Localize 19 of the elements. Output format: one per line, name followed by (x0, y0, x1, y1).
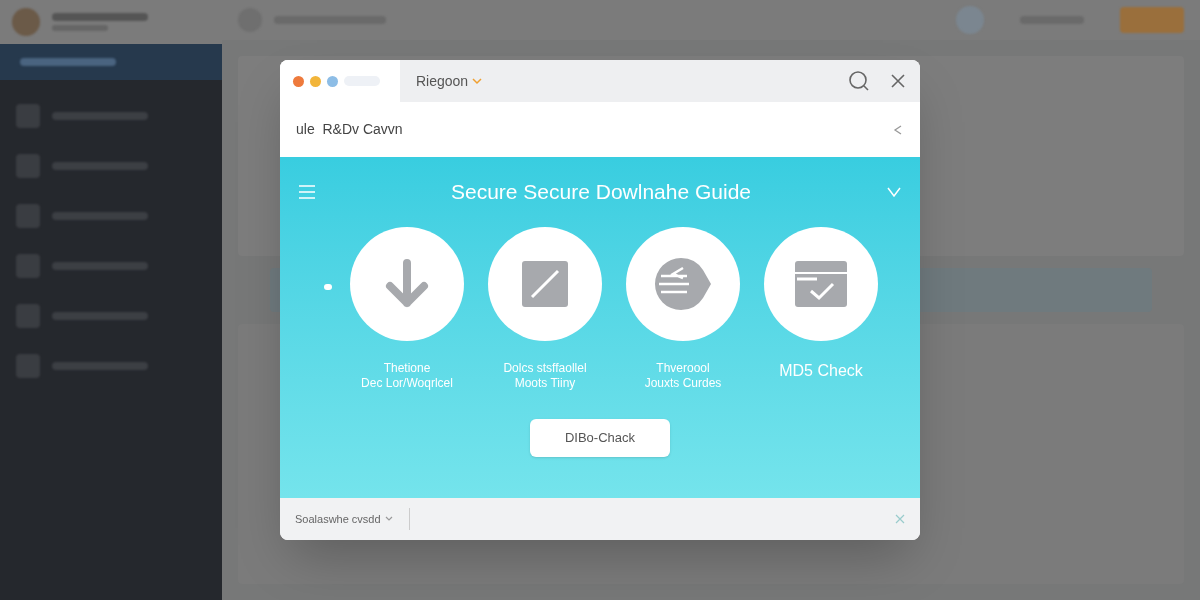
step-label: MD5 Check (779, 361, 863, 381)
chevron-icon[interactable] (892, 123, 904, 136)
dialog-title: Secure Secure Dowlnahe Guide (450, 179, 752, 206)
close-icon[interactable] (890, 73, 906, 89)
caret-icon (472, 77, 483, 85)
avatar (12, 8, 40, 36)
subheader-text: ule R&Dv Cavvn (296, 120, 403, 139)
speed-icon (653, 256, 713, 312)
pencil-square-icon (520, 259, 570, 309)
step-label: Thveroool Jouxts Curdes (644, 361, 722, 391)
tab-dropdown[interactable]: Riegoon (416, 70, 483, 92)
check-button[interactable]: DIBo-Chack (530, 419, 670, 457)
menu-icon[interactable] (298, 184, 316, 200)
footer-dropdown[interactable]: Soalaswhe cvsdd (295, 508, 410, 530)
checkbox-icon (793, 259, 849, 309)
step-label: Thetione Dec Lor/Woqrlcel (361, 361, 453, 391)
search-icon[interactable] (848, 70, 870, 92)
caret-icon (384, 516, 393, 522)
step-label: Dolcs stsffaollel Moots Tiiny (503, 361, 587, 391)
